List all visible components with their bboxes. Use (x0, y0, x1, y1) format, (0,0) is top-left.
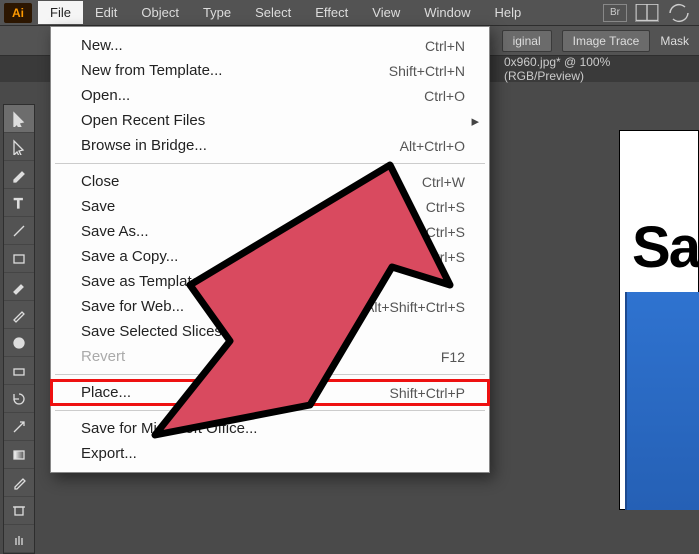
menubar-right-cluster: Br (603, 4, 699, 22)
menu-select[interactable]: Select (243, 1, 303, 24)
menu-item-save-a-copy[interactable]: Save a Copy... Alt+Ctrl+S (51, 244, 489, 269)
menu-item-revert: Revert F12 (51, 344, 489, 369)
tool-pen[interactable] (4, 161, 34, 189)
menu-item-label: Save Selected Slices... (81, 323, 234, 340)
control-original-button[interactable]: iginal (502, 30, 552, 52)
svg-text:T: T (14, 195, 23, 211)
menu-item-label: Save As... (81, 223, 149, 240)
tool-gradient[interactable] (4, 441, 34, 469)
menu-item-label: Browse in Bridge... (81, 137, 207, 154)
menu-separator (55, 410, 485, 411)
menu-item-label: New from Template... (81, 62, 222, 79)
menu-item-shortcut: F12 (441, 349, 465, 365)
menu-item-new[interactable]: New... Ctrl+N (51, 33, 489, 58)
tool-blob-brush[interactable] (4, 329, 34, 357)
menu-item-label: Save for Web... (81, 298, 184, 315)
menu-item-close[interactable]: Close Ctrl+W (51, 169, 489, 194)
document-tab[interactable]: 0x960.jpg* @ 100% (RGB/Preview) (496, 51, 699, 87)
menu-item-save-as[interactable]: Save As... Shift+Ctrl+S (51, 219, 489, 244)
control-mask-button[interactable]: Mask (660, 34, 689, 48)
menu-item-label: Export... (81, 445, 137, 462)
menu-type[interactable]: Type (191, 1, 243, 24)
menu-item-shortcut: Alt+Ctrl+S (401, 249, 465, 265)
layout-icon[interactable] (635, 4, 659, 22)
control-image-trace-button[interactable]: Image Trace (562, 30, 651, 52)
menu-item-export[interactable]: Export... (51, 441, 489, 466)
menu-item-new-from-template[interactable]: New from Template... Shift+Ctrl+N (51, 58, 489, 83)
app-logo: Ai (4, 3, 32, 23)
menu-separator (55, 163, 485, 164)
tool-scale[interactable] (4, 413, 34, 441)
menu-object[interactable]: Object (129, 1, 191, 24)
tool-rectangle[interactable] (4, 245, 34, 273)
sync-icon[interactable] (667, 4, 691, 22)
toolbox: T (3, 104, 35, 554)
menu-item-label: Open... (81, 87, 130, 104)
tool-line[interactable] (4, 217, 34, 245)
menu-item-save[interactable]: Save Ctrl+S (51, 194, 489, 219)
menu-item-save-for-web[interactable]: Save for Web... Alt+Shift+Ctrl+S (51, 294, 489, 319)
menu-file[interactable]: File (38, 1, 83, 24)
menu-edit[interactable]: Edit (83, 1, 129, 24)
tool-pencil[interactable] (4, 301, 34, 329)
file-menu-dropdown: New... Ctrl+N New from Template... Shift+Ct… (50, 26, 490, 473)
tool-eraser[interactable] (4, 357, 34, 385)
menu-item-shortcut: Alt+Ctrl+O (400, 138, 465, 154)
canvas-blue-shape (625, 292, 699, 510)
menu-view[interactable]: View (360, 1, 412, 24)
canvas-text-fragment: Sa (632, 214, 699, 281)
menu-item-label: Revert (81, 348, 125, 365)
menu-item-label: Place... (81, 384, 131, 401)
menu-item-label: Save for Microsoft Office... (81, 420, 257, 437)
menu-item-shortcut: Shift+Ctrl+P (390, 385, 465, 401)
menu-item-open[interactable]: Open... Ctrl+O (51, 83, 489, 108)
menu-effect[interactable]: Effect (303, 1, 360, 24)
tool-artboard[interactable] (4, 497, 34, 525)
tool-paintbrush[interactable] (4, 273, 34, 301)
menu-item-shortcut: Shift+Ctrl+N (389, 63, 465, 79)
bridge-icon[interactable]: Br (603, 4, 627, 22)
menu-item-shortcut: Alt+Shift+Ctrl+S (365, 299, 465, 315)
menu-help[interactable]: Help (482, 1, 533, 24)
menu-item-shortcut: Ctrl+N (425, 38, 465, 54)
menu-item-shortcut: Shift+Ctrl+S (390, 224, 465, 240)
tool-direct-selection[interactable] (4, 133, 34, 161)
tool-rotate[interactable] (4, 385, 34, 413)
menu-item-save-selected-slices[interactable]: Save Selected Slices... (51, 319, 489, 344)
menu-item-label: Save a Copy... (81, 248, 178, 265)
menu-item-shortcut: Ctrl+S (426, 199, 465, 215)
menu-item-shortcut: Ctrl+O (424, 88, 465, 104)
menu-item-place[interactable]: Place... Shift+Ctrl+P (51, 380, 489, 405)
menu-item-label: Save as Template... (81, 273, 212, 290)
menubar: Ai FileEditObjectTypeSelectEffectViewWin… (0, 0, 699, 26)
menu-item-label: Close (81, 173, 119, 190)
menu-item-open-recent-files[interactable]: Open Recent Files (51, 108, 489, 133)
tool-eyedropper[interactable] (4, 469, 34, 497)
menu-item-save-for-microsoft-office[interactable]: Save for Microsoft Office... (51, 416, 489, 441)
menu-item-label: Open Recent Files (81, 112, 205, 129)
tool-selection[interactable] (4, 105, 34, 133)
menu-item-browse-in-bridge[interactable]: Browse in Bridge... Alt+Ctrl+O (51, 133, 489, 158)
menu-item-shortcut: Ctrl+W (422, 174, 465, 190)
menu-window[interactable]: Window (412, 1, 482, 24)
tool-hand[interactable] (4, 525, 34, 553)
menu-item-label: New... (81, 37, 123, 54)
menu-separator (55, 374, 485, 375)
tool-type[interactable]: T (4, 189, 34, 217)
menu-item-label: Save (81, 198, 115, 215)
menu-item-save-as-template[interactable]: Save as Template... (51, 269, 489, 294)
